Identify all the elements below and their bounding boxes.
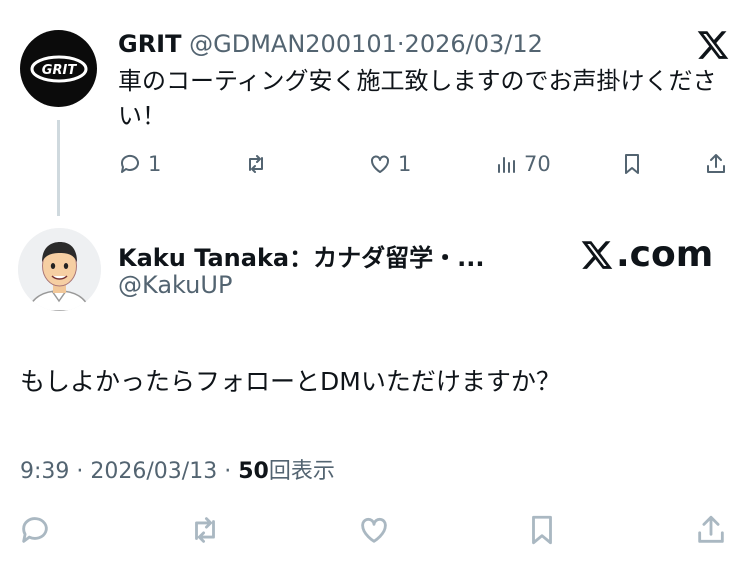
kaku-avatar[interactable] bbox=[18, 228, 101, 311]
retweet-icon bbox=[249, 155, 263, 173]
like-button[interactable] bbox=[357, 513, 391, 547]
parent-author-handle[interactable]: @GDMAN200101 bbox=[189, 30, 397, 58]
x-com-label: .com bbox=[616, 234, 714, 275]
svg-text:GRIT: GRIT bbox=[41, 63, 77, 78]
like-icon bbox=[371, 155, 389, 173]
parent-date[interactable]: 2026/03/12 bbox=[405, 30, 543, 58]
grit-logo-icon: GRIT bbox=[30, 55, 87, 82]
bookmark-button[interactable] bbox=[525, 513, 559, 547]
reply-meta: 9:39 · 2026/03/13 · 50回表示 bbox=[20, 453, 335, 485]
separator-dot: · bbox=[396, 30, 405, 58]
view-count: 70 bbox=[524, 152, 551, 176]
reply-views-label: 回表示 bbox=[268, 459, 335, 484]
reply-tweet-text: もしよかったらフォローとDMいただけますか？ bbox=[20, 367, 561, 396]
views-icon bbox=[498, 157, 515, 173]
bookmark-button[interactable] bbox=[620, 152, 644, 176]
bookmark-icon bbox=[532, 515, 552, 545]
separator-dot: · bbox=[76, 459, 84, 484]
like-button[interactable]: 1 bbox=[368, 152, 411, 176]
reply-icon bbox=[22, 517, 48, 543]
x-logo-icon bbox=[581, 240, 613, 269]
grit-avatar[interactable]: GRIT bbox=[20, 30, 97, 107]
reply-button[interactable]: 1 bbox=[118, 152, 161, 176]
retweet-icon bbox=[195, 517, 215, 543]
reply-time[interactable]: 9:39 bbox=[20, 459, 69, 484]
parent-author-name[interactable]: GRIT bbox=[118, 30, 181, 58]
reply-author-handle[interactable]: @KakuUP bbox=[118, 271, 232, 299]
like-count: 1 bbox=[398, 152, 412, 176]
reply-date[interactable]: 2026/03/13 bbox=[90, 459, 217, 484]
thread-line bbox=[57, 120, 60, 216]
share-icon bbox=[707, 154, 725, 173]
share-button[interactable] bbox=[694, 513, 728, 547]
parent-action-bar: 1 1 70 bbox=[118, 152, 738, 186]
reply-author-name[interactable]: Kaku Tanaka：カナダ留学・... bbox=[118, 238, 484, 273]
like-icon bbox=[361, 517, 387, 543]
separator-dot: · bbox=[224, 459, 232, 484]
reply-action-bar bbox=[0, 513, 750, 553]
parent-tweet-text: 車のコーティング安く施工致しますのでお声掛けください！ bbox=[118, 67, 717, 130]
retweet-button[interactable] bbox=[188, 513, 222, 547]
share-button[interactable] bbox=[704, 152, 728, 176]
reply-button[interactable] bbox=[18, 513, 52, 547]
share-icon bbox=[698, 515, 724, 543]
bookmark-icon bbox=[625, 154, 639, 174]
reply-count: 1 bbox=[148, 152, 162, 176]
reply-icon bbox=[120, 154, 139, 173]
views-button[interactable]: 70 bbox=[494, 152, 551, 176]
retweet-button[interactable] bbox=[244, 152, 268, 176]
x-logo-icon[interactable] bbox=[696, 28, 730, 62]
reply-views-count: 50 bbox=[238, 459, 269, 484]
avatar-illustration-icon bbox=[18, 228, 101, 311]
x-com-brand[interactable]: .com bbox=[580, 234, 713, 275]
parent-tweet-header: GRIT @GDMAN200101·2026/03/12 bbox=[118, 30, 543, 58]
